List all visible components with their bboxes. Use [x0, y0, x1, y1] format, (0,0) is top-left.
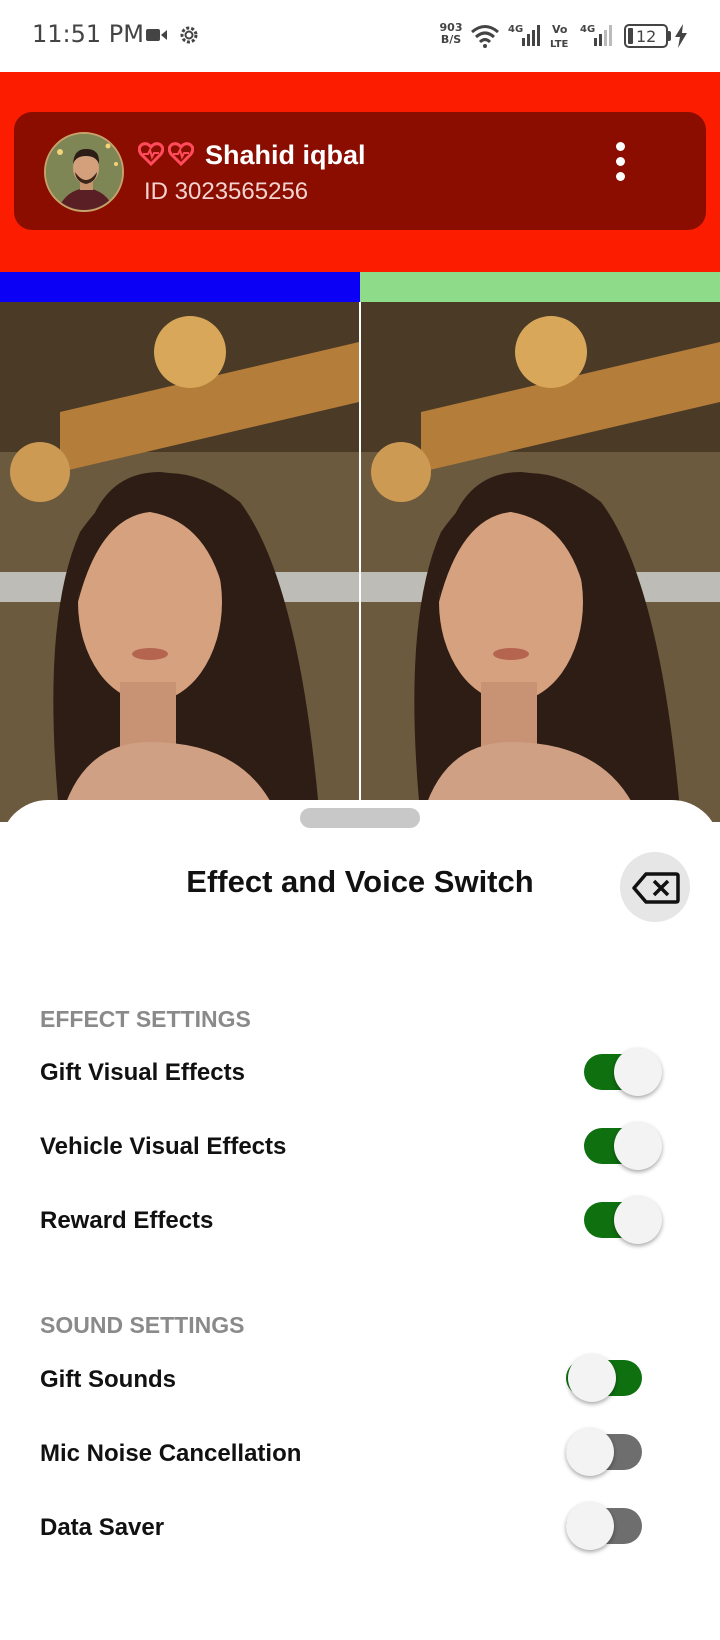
video-icon	[146, 27, 168, 48]
toggle-mic-noise-cancellation[interactable]	[566, 1428, 642, 1476]
setting-label-gift-visual-effects: Gift Visual Effects	[40, 1059, 245, 1086]
setting-label-vehicle-visual-effects: Vehicle Visual Effects	[40, 1133, 287, 1160]
backspace-close-icon	[632, 872, 680, 909]
battery-icon: 12	[624, 24, 668, 48]
user-name: Shahid iqbal	[205, 140, 366, 170]
heart-badge-icon	[167, 142, 195, 171]
gear-icon	[178, 24, 200, 51]
more-vertical-icon[interactable]	[604, 136, 638, 186]
heart-badge-icon	[137, 142, 165, 171]
status-bar: 11:51 PM 903 B/S 4G Vo LTE 4G 12	[0, 0, 720, 72]
seat-strip-left	[0, 272, 360, 302]
section-title-effect: EFFECT SETTINGS	[40, 1006, 251, 1032]
section-title-sound: SOUND SETTINGS	[40, 1312, 245, 1338]
charging-icon	[674, 24, 688, 53]
close-button[interactable]	[620, 852, 690, 922]
seat-video-right[interactable]	[361, 302, 720, 822]
signal-4g-icon: 4G	[580, 22, 614, 53]
sheet-drag-handle[interactable]	[300, 808, 420, 828]
toggle-gift-sounds[interactable]	[566, 1354, 642, 1402]
setting-label-gift-sounds: Gift Sounds	[40, 1366, 176, 1393]
svg-text:Vo: Vo	[552, 23, 568, 36]
status-time: 11:51 PM	[32, 20, 144, 48]
avatar[interactable]	[44, 132, 124, 212]
signal-4g-icon: 4G	[508, 22, 542, 53]
svg-text:4G: 4G	[580, 24, 595, 35]
seat-strip-right	[360, 272, 720, 302]
svg-text:4G: 4G	[508, 24, 523, 35]
seat-video-left[interactable]	[0, 302, 359, 822]
toggle-gift-visual-effects[interactable]	[584, 1048, 662, 1096]
setting-label-reward-effects: Reward Effects	[40, 1207, 214, 1234]
setting-label-mic-noise-cancellation: Mic Noise Cancellation	[40, 1440, 302, 1467]
volte-icon: Vo LTE	[550, 22, 574, 55]
toggle-vehicle-visual-effects[interactable]	[584, 1122, 662, 1170]
svg-text:LTE: LTE	[550, 39, 569, 50]
battery-tip	[668, 31, 671, 41]
user-id: ID 3023565256	[144, 178, 309, 205]
setting-label-data-saver: Data Saver	[40, 1514, 165, 1541]
toggle-reward-effects[interactable]	[584, 1196, 662, 1244]
sheet-title: Effect and Voice Switch	[186, 864, 534, 899]
toggle-data-saver[interactable]	[566, 1502, 642, 1550]
wifi-icon	[470, 24, 500, 53]
net-speed: 903 B/S	[439, 21, 463, 46]
